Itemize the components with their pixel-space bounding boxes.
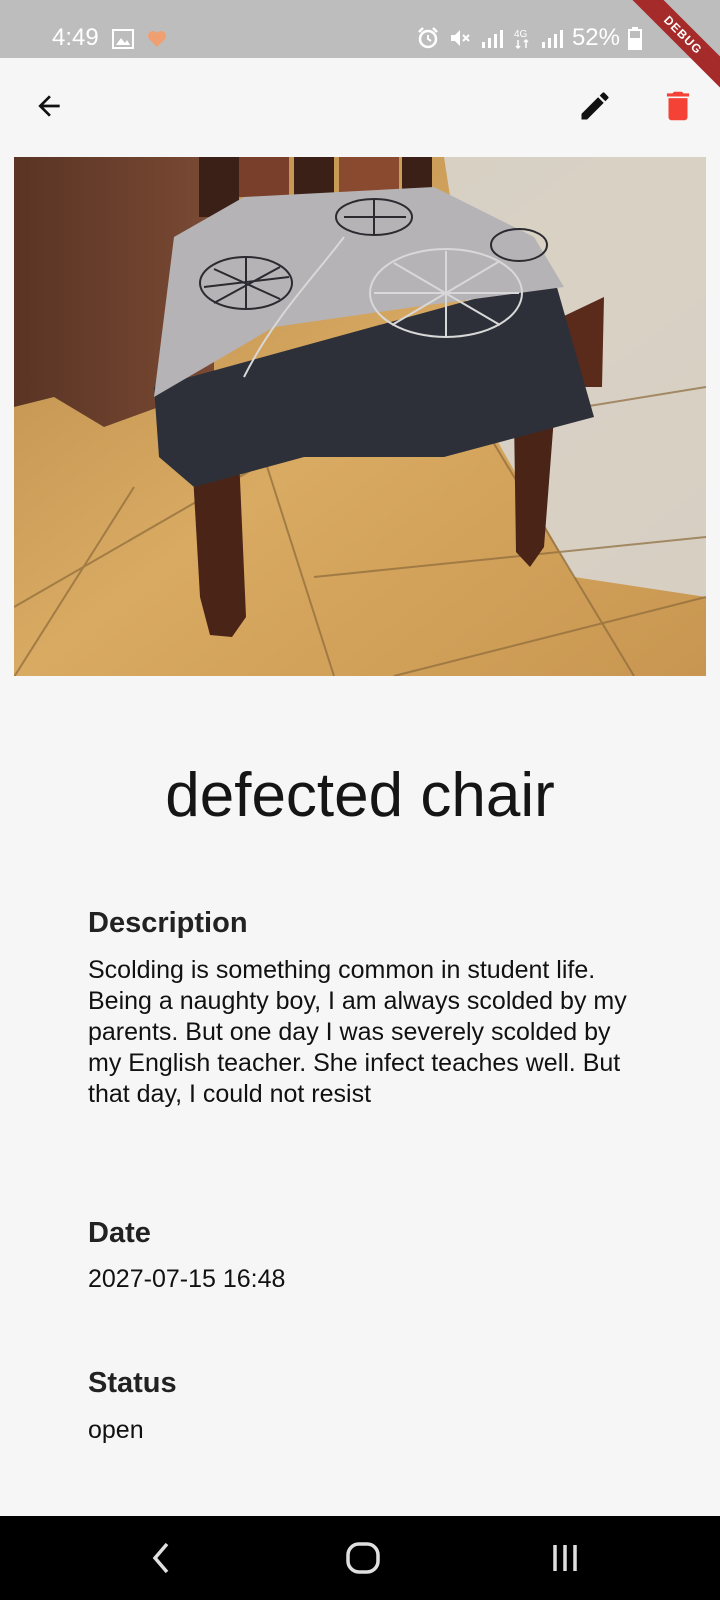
status-time: 4:49 (52, 24, 99, 51)
pencil-icon (581, 92, 609, 120)
date-value: 2027-07-15 16:48 (88, 1265, 286, 1293)
back-nav-icon (152, 1542, 169, 1574)
nav-back-button[interactable] (136, 1536, 186, 1580)
description-label: Description (88, 907, 248, 939)
svg-text:4G: 4G (514, 29, 528, 40)
status-label: Status (88, 1367, 177, 1399)
app-bar (0, 58, 720, 154)
alarm-icon (418, 27, 438, 49)
status-value: open (88, 1416, 144, 1444)
recents-nav-icon (553, 1545, 577, 1571)
signal-icon (481, 30, 503, 48)
battery-icon (628, 27, 642, 50)
back-button[interactable] (25, 82, 73, 130)
trash-icon (666, 91, 690, 121)
battery-percent: 52% (571, 24, 620, 51)
edit-button[interactable] (571, 82, 619, 130)
status-bar: 4:49 4G 52% DEBUG (0, 0, 720, 96)
4g-icon: 4G (514, 29, 529, 50)
item-photo (14, 157, 706, 676)
arrow-left-icon (38, 95, 60, 117)
system-nav-bar (0, 1516, 720, 1600)
home-nav-icon (346, 1542, 380, 1574)
description-text: Scolding is something common in student … (88, 956, 627, 1108)
nav-home-button[interactable] (338, 1536, 388, 1580)
heart-icon (148, 31, 167, 47)
nav-recents-button[interactable] (540, 1536, 590, 1580)
chair-image (14, 157, 706, 676)
signal-icon (541, 30, 563, 48)
date-label: Date (88, 1217, 151, 1249)
delete-button[interactable] (654, 82, 702, 130)
image-icon (112, 29, 134, 49)
status-right-icons: 4G 52% (416, 24, 642, 52)
item-title: defected chair (165, 761, 555, 830)
status-left-icons (112, 29, 168, 49)
mute-icon (450, 30, 470, 46)
